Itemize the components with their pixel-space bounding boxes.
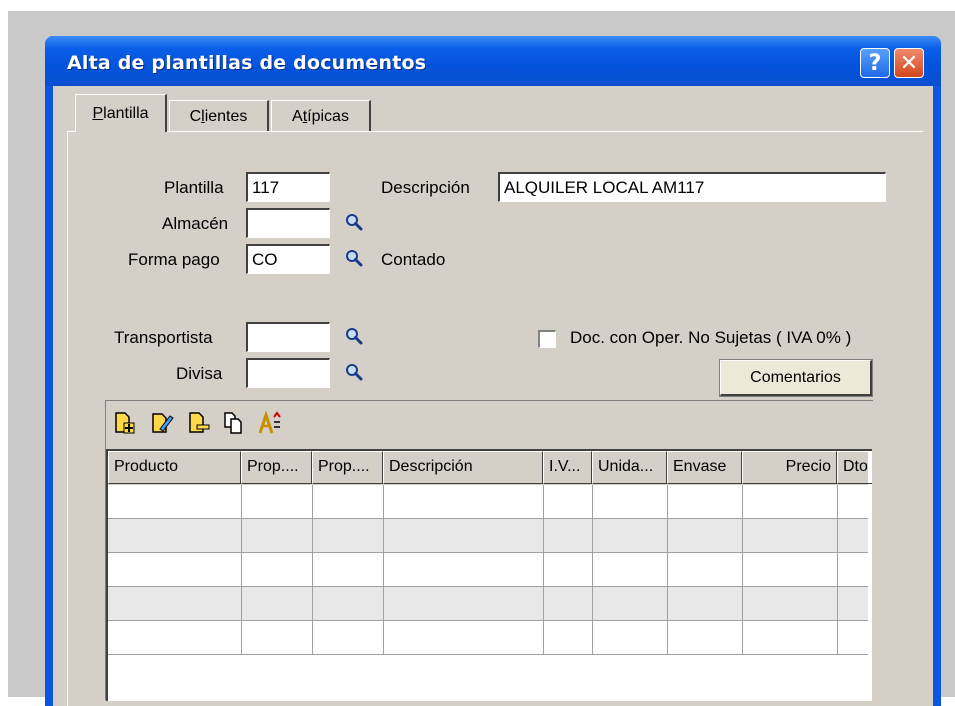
help-icon: ? — [868, 50, 882, 76]
forma-pago-field[interactable]: CO — [246, 244, 330, 274]
plantilla-field[interactable]: 117 — [246, 172, 330, 202]
table-row[interactable] — [108, 621, 868, 655]
desktop-left-strip — [0, 0, 8, 697]
descripcion-field[interactable]: ALQUILER LOCAL AM117 — [498, 172, 886, 202]
divisa-field[interactable] — [246, 358, 330, 388]
grid-column-divider — [312, 485, 313, 655]
tab-atipicas-label: Atípicas — [292, 107, 349, 125]
grid-column-divider — [543, 485, 544, 655]
grid-column-divider — [592, 485, 593, 655]
col-header-prop1[interactable]: Prop.... — [241, 451, 312, 484]
lines-area: Producto Prop.... Prop.... Descripción I… — [105, 400, 873, 701]
transportista-label: Transportista — [114, 328, 213, 347]
grid-column-divider — [837, 485, 838, 655]
title-bar[interactable]: Alta de plantillas de documentos ? ✕ — [45, 36, 941, 86]
transportista-field[interactable] — [246, 322, 330, 352]
copy-line-icon[interactable] — [222, 411, 246, 435]
transportista-search-icon[interactable] — [344, 326, 364, 346]
table-row[interactable] — [108, 587, 868, 621]
col-header-unidades[interactable]: Unida... — [592, 451, 667, 484]
col-header-dto[interactable]: Dto — [837, 451, 872, 484]
dialog-client-area: Plantilla Clientes Atípicas Plantilla 11… — [53, 86, 933, 706]
plantilla-label: Plantilla — [164, 178, 224, 197]
col-header-prop2[interactable]: Prop.... — [312, 451, 383, 484]
table-row[interactable] — [108, 553, 868, 587]
almacen-field[interactable] — [246, 208, 330, 238]
no-sujetas-label: Doc. con Oper. No Sujetas ( IVA 0% ) — [570, 328, 852, 347]
lines-grid[interactable]: Producto Prop.... Prop.... Descripción I… — [106, 449, 872, 701]
window-title: Alta de plantillas de documentos — [67, 52, 427, 74]
col-header-descripcion[interactable]: Descripción — [383, 451, 543, 484]
forma-pago-label: Forma pago — [128, 250, 220, 269]
forma-pago-description: Contado — [381, 250, 446, 269]
tab-clientes[interactable]: Clientes — [169, 100, 269, 132]
divisa-label: Divisa — [176, 364, 223, 383]
col-header-envase[interactable]: Envase — [667, 451, 742, 484]
col-header-precio[interactable]: Precio — [742, 451, 837, 484]
grid-header: Producto Prop.... Prop.... Descripción I… — [108, 451, 872, 485]
grid-column-divider — [667, 485, 668, 655]
grid-column-divider — [241, 485, 242, 655]
tab-clientes-label: Clientes — [189, 107, 248, 125]
help-button[interactable]: ? — [860, 48, 890, 78]
table-row[interactable] — [108, 485, 868, 519]
close-button[interactable]: ✕ — [894, 48, 924, 78]
descripcion-label: Descripción — [381, 178, 470, 197]
dialog-window: Alta de plantillas de documentos ? ✕ Pla… — [45, 36, 941, 706]
col-header-iva[interactable]: I.V... — [543, 451, 592, 484]
forma-pago-search-icon[interactable] — [344, 248, 364, 268]
almacen-search-icon[interactable] — [344, 212, 364, 232]
comentarios-button[interactable]: Comentarios — [719, 359, 873, 397]
add-line-icon[interactable] — [112, 411, 136, 435]
desktop-top-strip — [0, 0, 955, 11]
col-header-producto[interactable]: Producto — [108, 451, 241, 484]
tab-plantilla-label: Plantilla — [92, 104, 149, 122]
divisa-search-icon[interactable] — [344, 362, 364, 382]
close-icon: ✕ — [899, 50, 919, 76]
tab-plantilla[interactable]: Plantilla — [75, 94, 167, 132]
edit-line-icon[interactable] — [150, 411, 174, 435]
almacen-label: Almacén — [162, 214, 229, 233]
table-row[interactable] — [108, 519, 868, 553]
tab-panel-plantilla: Plantilla 117 Descripción ALQUILER LOCAL… — [67, 131, 923, 706]
grid-column-divider — [742, 485, 743, 655]
grid-column-divider — [383, 485, 384, 655]
sort-text-icon[interactable] — [258, 411, 282, 435]
tab-atipicas[interactable]: Atípicas — [271, 100, 371, 132]
no-sujetas-checkbox[interactable] — [538, 330, 556, 348]
delete-line-icon[interactable] — [186, 411, 210, 435]
